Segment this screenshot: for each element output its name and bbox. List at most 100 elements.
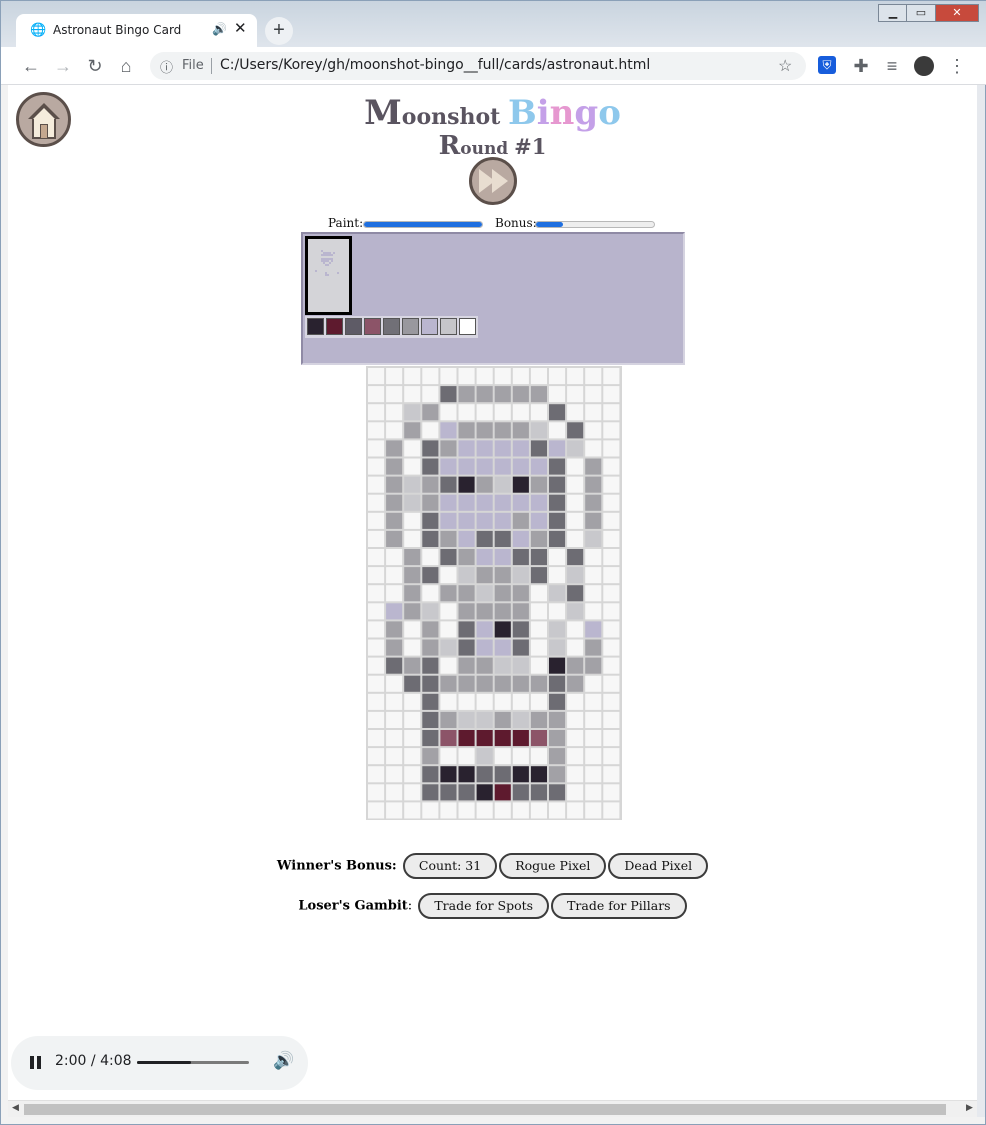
pixel-cell[interactable] [567,368,584,385]
pixel-cell[interactable] [494,567,511,584]
pixel-cell[interactable] [422,603,439,620]
pixel-cell[interactable] [422,748,439,765]
pixel-cell[interactable] [476,530,493,547]
pixel-cell[interactable] [512,784,529,801]
pixel-cell[interactable] [585,549,602,566]
pixel-cell[interactable] [549,512,566,529]
palette-swatch-8[interactable] [440,318,457,335]
pixel-cell[interactable] [512,711,529,728]
pixel-cell[interactable] [368,784,385,801]
palette-swatch-1[interactable] [307,318,324,335]
pixel-cell[interactable] [458,530,475,547]
pixel-cell[interactable] [458,766,475,783]
pixel-cell[interactable] [368,639,385,656]
pixel-cell[interactable] [476,476,493,493]
pixel-cell[interactable] [530,386,547,403]
pixel-cell[interactable] [404,530,421,547]
pixel-cell[interactable] [512,530,529,547]
bitwarden-extension-icon[interactable]: ⛨ [818,56,836,74]
pixel-cell[interactable] [422,530,439,547]
pixel-cell[interactable] [512,549,529,566]
pixel-cell[interactable] [585,368,602,385]
pixel-cell[interactable] [494,693,511,710]
pixel-cell[interactable] [476,621,493,638]
pixel-cell[interactable] [567,386,584,403]
pixel-cell[interactable] [567,621,584,638]
pixel-cell[interactable] [476,585,493,602]
pixel-cell[interactable] [567,512,584,529]
pixel-cell[interactable] [440,657,457,674]
pixel-cell[interactable] [368,494,385,511]
pixel-cell[interactable] [512,621,529,638]
pixel-cell[interactable] [368,458,385,475]
pixel-cell[interactable] [585,404,602,421]
pixel-cell[interactable] [476,440,493,457]
pixel-cell[interactable] [603,440,620,457]
pixel-cell[interactable] [458,639,475,656]
pixel-cell[interactable] [512,675,529,692]
pixel-cell[interactable] [494,730,511,747]
pixel-cell[interactable] [585,675,602,692]
pixel-cell[interactable] [422,730,439,747]
scroll-left-arrow-icon[interactable]: ◀ [12,1102,19,1113]
pixel-cell[interactable] [567,675,584,692]
pixel-cell[interactable] [404,766,421,783]
pixel-cell[interactable] [476,748,493,765]
pixel-cell[interactable] [422,368,439,385]
pixel-cell[interactable] [386,711,403,728]
pixel-cell[interactable] [458,440,475,457]
pixel-cell[interactable] [404,730,421,747]
pixel-cell[interactable] [386,766,403,783]
pixel-cell[interactable] [549,458,566,475]
pixel-cell[interactable] [422,639,439,656]
pixel-cell[interactable] [549,675,566,692]
pixel-cell[interactable] [458,549,475,566]
pixel-cell[interactable] [512,730,529,747]
palette-swatch-2[interactable] [326,318,343,335]
profile-avatar-icon[interactable] [914,56,934,76]
pixel-cell[interactable] [368,512,385,529]
pixel-cell[interactable] [440,766,457,783]
pixel-cell[interactable] [440,585,457,602]
pixel-cell[interactable] [368,549,385,566]
pixel-cell[interactable] [549,440,566,457]
pixel-cell[interactable] [422,766,439,783]
pixel-cell[interactable] [368,603,385,620]
pixel-cell[interactable] [512,603,529,620]
pixel-cell[interactable] [368,802,385,819]
volume-icon[interactable]: 🔊 [273,1051,294,1071]
pixel-cell[interactable] [494,476,511,493]
pixel-cell[interactable] [494,603,511,620]
pixel-cell[interactable] [512,657,529,674]
pixel-cell[interactable] [476,603,493,620]
pixel-cell[interactable] [368,404,385,421]
palette-swatch-5[interactable] [383,318,400,335]
pixel-cell[interactable] [494,440,511,457]
pixel-cell[interactable] [422,585,439,602]
browser-tab[interactable]: 🌐 Astronaut Bingo Card 🔊 ✕ [16,14,257,47]
pixel-cell[interactable] [494,802,511,819]
pixel-cell[interactable] [530,458,547,475]
pixel-cell[interactable] [440,549,457,566]
pixel-cell[interactable] [368,567,385,584]
pixel-cell[interactable] [476,675,493,692]
pixel-cell[interactable] [386,603,403,620]
pixel-cell[interactable] [476,422,493,439]
pixel-cell[interactable] [404,440,421,457]
pixel-cell[interactable] [603,730,620,747]
pixel-cell[interactable] [422,512,439,529]
pixel-cell[interactable] [458,494,475,511]
pixel-cell[interactable] [603,639,620,656]
pixel-cell[interactable] [458,603,475,620]
pixel-cell[interactable] [549,693,566,710]
pixel-cell[interactable] [404,675,421,692]
pixel-cell[interactable] [368,657,385,674]
pixel-cell[interactable] [440,748,457,765]
pixel-cell[interactable] [386,386,403,403]
horizontal-scrollbar[interactable]: ◀ ▶ [8,1100,977,1117]
pixel-cell[interactable] [585,711,602,728]
pixel-grid[interactable] [366,366,622,820]
pixel-cell[interactable] [603,404,620,421]
pixel-cell[interactable] [603,494,620,511]
pixel-cell[interactable] [386,567,403,584]
